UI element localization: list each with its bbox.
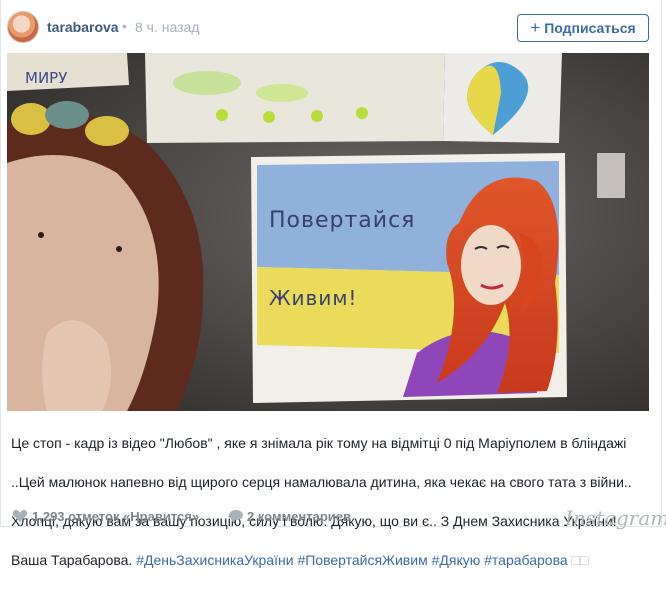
follow-button-label: Подписаться <box>544 20 636 36</box>
poster-top-right <box>443 53 562 143</box>
post-header: tarabarova • 8 ч. назад + Подписаться <box>1 0 661 54</box>
drawing-text-top: Повертайся <box>269 208 415 233</box>
heart-icon[interactable] <box>12 509 28 523</box>
user-avatar[interactable] <box>7 11 39 43</box>
likes-count[interactable]: 1,293 отметок «Нравится» <box>32 509 199 524</box>
caption-signature: Ваша Тарабарова. <box>11 551 133 568</box>
poster-top-middle <box>145 53 445 143</box>
small-photo-right <box>597 153 625 198</box>
hashtag-link[interactable]: #ДеньЗахисникаУкраїни <box>136 552 293 568</box>
post-footer: 1,293 отметок «Нравится» 2 комментариев … <box>1 504 666 530</box>
hashtag-link[interactable]: #Дякую <box>432 552 481 568</box>
comments-count[interactable]: 2 комментариев <box>247 509 351 524</box>
caption-line: Це стоп - кадр із відео "Любов" , яке я … <box>11 434 627 451</box>
plus-icon: + <box>530 18 541 37</box>
hashtag-link[interactable]: #ПовертайсяЖивим <box>297 552 427 568</box>
drawing-text-bottom: Живим! <box>269 286 357 310</box>
paper-fragment-left: МИРУ <box>7 53 129 91</box>
follow-button[interactable]: + Подписаться <box>517 14 649 42</box>
unsupported-emoji: □□ <box>571 551 589 568</box>
instagram-post-card: tarabarova • 8 ч. назад + Подписаться МИ… <box>0 0 666 568</box>
child-drawing: Повертайся Живим! <box>251 153 567 403</box>
caption-line: ..Цей малюнок напевно від щирого серця н… <box>11 473 632 490</box>
corner-drawing-text: МИРУ <box>25 69 67 87</box>
separator-dot: • <box>122 18 127 34</box>
post-photo[interactable]: МИРУ Повертайся Живим! <box>7 53 649 411</box>
instagram-logo[interactable]: Instagram <box>565 506 666 530</box>
hashtag-link[interactable]: #тарабарова <box>484 552 568 568</box>
post-caption: Це стоп - кадр із відео "Любов" , яке я … <box>11 414 655 590</box>
comment-icon[interactable] <box>228 509 244 523</box>
username-link[interactable]: tarabarova <box>47 19 119 35</box>
post-time[interactable]: 8 ч. назад <box>135 19 199 35</box>
caption-signature-line: Ваша Тарабарова. #ДеньЗахисникаУкраїни #… <box>11 551 655 571</box>
